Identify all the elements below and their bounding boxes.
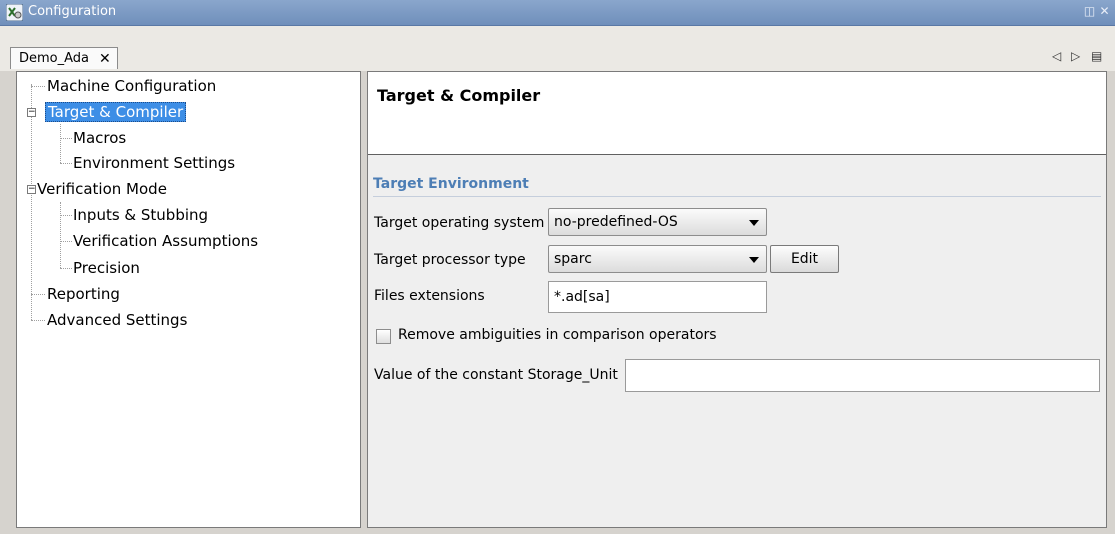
target-os-value: no-predefined-OS xyxy=(554,214,678,230)
files-extensions-label: Files extensions xyxy=(374,288,485,304)
panel-header: Target & Compiler xyxy=(368,72,1106,155)
tab-close-icon[interactable]: ✕ xyxy=(99,51,111,67)
remove-ambiguities-label: Remove ambiguities in comparison operato… xyxy=(398,327,717,343)
restore-icon[interactable]: ◫ xyxy=(1083,5,1096,18)
target-processor-select[interactable]: sparc xyxy=(548,245,767,273)
remove-ambiguities-checkbox[interactable] xyxy=(376,329,391,344)
tree-item-label: Reporting xyxy=(47,285,120,303)
tree-item-label: Machine Configuration xyxy=(47,77,217,95)
tree-item-target-compiler[interactable]: Target & Compiler xyxy=(45,101,187,123)
target-processor-value: sparc xyxy=(554,251,592,267)
tree-line xyxy=(60,124,61,163)
target-os-select[interactable]: no-predefined-OS xyxy=(548,208,767,236)
tab-label: Demo_Ada xyxy=(19,51,90,66)
tab-next-icon[interactable]: ▷ xyxy=(1071,49,1080,63)
tree-item-label: Inputs & Stubbing xyxy=(73,206,209,224)
tree-item-machine-configuration[interactable]: Machine Configuration xyxy=(45,75,218,97)
tree-line xyxy=(31,294,45,295)
settings-panel: Target & Compiler Target Environment Tar… xyxy=(367,71,1107,528)
section-divider xyxy=(373,196,1101,197)
storage-unit-label: Value of the constant Storage_Unit xyxy=(374,367,618,383)
window-title: Configuration xyxy=(28,4,117,19)
tree-item-label: Verification Mode xyxy=(37,180,167,198)
app-icon xyxy=(6,4,23,21)
tree-item-inputs-stubbing[interactable]: Inputs & Stubbing xyxy=(71,204,210,226)
tree-item-precision[interactable]: Precision xyxy=(71,257,142,279)
edit-button[interactable]: Edit xyxy=(770,245,839,273)
tree-item-verification-mode[interactable]: Verification Mode xyxy=(35,178,169,200)
tree-item-label: Macros xyxy=(73,129,127,147)
chevron-down-icon xyxy=(749,257,759,263)
close-icon[interactable]: ✕ xyxy=(1098,5,1111,18)
tree-line xyxy=(60,202,61,268)
tree-item-label: Verification Assumptions xyxy=(73,232,259,250)
target-processor-label: Target processor type xyxy=(374,252,526,268)
files-extensions-input[interactable]: *.ad[sa] xyxy=(548,281,767,313)
page-title: Target & Compiler xyxy=(377,86,541,105)
tree-line xyxy=(31,86,45,87)
tree-item-reporting[interactable]: Reporting xyxy=(45,283,122,305)
tree-line xyxy=(31,84,32,320)
tree-item-verification-assumptions[interactable]: Verification Assumptions xyxy=(71,230,260,252)
section-title: Target Environment xyxy=(373,176,529,192)
tree-item-advanced-settings[interactable]: Advanced Settings xyxy=(45,309,189,331)
window-titlebar[interactable]: Configuration ◫ ✕ xyxy=(0,0,1115,26)
tree-item-label: Environment Settings xyxy=(73,154,236,172)
tree-line xyxy=(31,320,45,321)
tree-item-label: Precision xyxy=(73,259,140,277)
chevron-down-icon xyxy=(749,220,759,226)
collapse-icon[interactable]: − xyxy=(27,108,36,117)
configuration-tree[interactable]: − − Machine Configuration Target & Compi… xyxy=(16,71,361,528)
tree-item-environment-settings[interactable]: Environment Settings xyxy=(71,152,237,174)
document-tab-bar: Demo_Ada ✕ ◁ ▷ ▤ xyxy=(0,26,1115,71)
tab-demo-ada[interactable]: Demo_Ada ✕ xyxy=(10,47,118,69)
tab-prev-icon[interactable]: ◁ xyxy=(1052,49,1061,63)
tab-menu-icon[interactable]: ▤ xyxy=(1091,49,1102,63)
tree-item-label: Target & Compiler xyxy=(45,102,187,122)
tree-item-label: Advanced Settings xyxy=(47,311,188,329)
tree-item-macros[interactable]: Macros xyxy=(71,127,128,149)
storage-unit-input[interactable] xyxy=(625,359,1100,392)
target-os-label: Target operating system xyxy=(374,215,545,231)
